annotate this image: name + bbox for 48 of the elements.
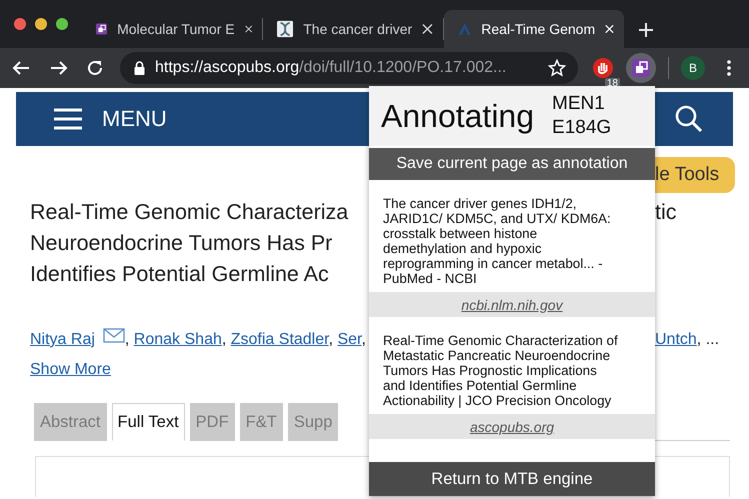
back-icon[interactable] [12, 59, 30, 77]
forward-icon[interactable] [50, 59, 68, 77]
extension-button[interactable] [626, 53, 656, 83]
gene-name: MEN1 [552, 92, 606, 116]
save-annotation-button[interactable]: Save current page as annotation [369, 148, 655, 180]
author-link[interactable]: Untch [655, 331, 697, 348]
browser-tab[interactable]: The cancer driver [263, 10, 443, 48]
menu-icon [54, 108, 82, 130]
reload-icon[interactable] [86, 59, 104, 77]
helix-icon [277, 20, 294, 38]
variant-name: E184G [552, 116, 612, 140]
author-list: Nitya Raj , Ronak Shah, Zsofia Stadler, Ser, [30, 331, 366, 348]
article-title-line: tic [655, 199, 678, 226]
annotation-title: The cancer driver genes IDH1/2, JARID1C/ KDM5C, and UTX/ KDM6A: crosstalk between histone demethylation and hypoxic reprogramming in cancer metabol... - PubMed - NCBI [382, 195, 612, 288]
author-link[interactable]: Nitya Raj [30, 331, 95, 348]
hand-icon [593, 58, 613, 78]
annotation-title: Real-Time Genomic Characterization of Metastatic Pancreatic Neuroendocrine Tumors Has Prognostic Implications and Identifies Potential Germline Actionability | JCO Precision Oncology [382, 332, 619, 410]
close-icon[interactable] [422, 23, 433, 35]
more-menu-icon[interactable] [727, 60, 731, 76]
source-link[interactable]: ascopubs.org [470, 418, 554, 434]
article-tab[interactable]: Full Text [112, 403, 185, 441]
search-icon[interactable] [675, 105, 703, 133]
author-link[interactable]: Zsofia Stadler [230, 331, 329, 348]
envelope-icon[interactable] [102, 328, 125, 343]
window-control-icon[interactable] [35, 18, 47, 30]
window-control-icon[interactable] [14, 18, 26, 30]
author-link[interactable]: Ser [337, 331, 362, 348]
extension-icon [632, 59, 650, 77]
browser-tab[interactable]: Real-Time Genom [444, 10, 624, 48]
author-list: Untch, ... [655, 331, 720, 348]
browser-tab[interactable]: Molecular Tumor E [82, 10, 262, 48]
article-title-line: Real-Time Genomic Characteriza [29, 199, 350, 226]
profile-avatar[interactable]: B [681, 56, 705, 80]
article-title-line: Neuroendocrine Tumors Has Pr [29, 230, 334, 257]
return-button[interactable]: Return to MTB engine [369, 462, 655, 496]
window-control-icon[interactable] [56, 18, 68, 30]
new-tab-icon[interactable] [638, 22, 654, 38]
lock-icon [134, 61, 145, 75]
author-link[interactable]: Ronak Shah [134, 331, 222, 348]
tools-button[interactable]: le Tools [655, 157, 735, 193]
popup-title: Annotating [381, 98, 534, 134]
article-title-line: Identifies Potential Germline Ac [29, 261, 330, 288]
show-more-link[interactable]: Show More [30, 361, 111, 378]
menu-button[interactable]: MENU [54, 106, 167, 132]
address-bar[interactable]: https://ascopubs.org/doi/full/10.1200/PO.17.002... [120, 52, 578, 84]
star-icon[interactable] [548, 59, 566, 77]
close-icon[interactable] [244, 23, 252, 35]
source-link[interactable]: ncbi.nlm.nih.gov [461, 296, 563, 312]
